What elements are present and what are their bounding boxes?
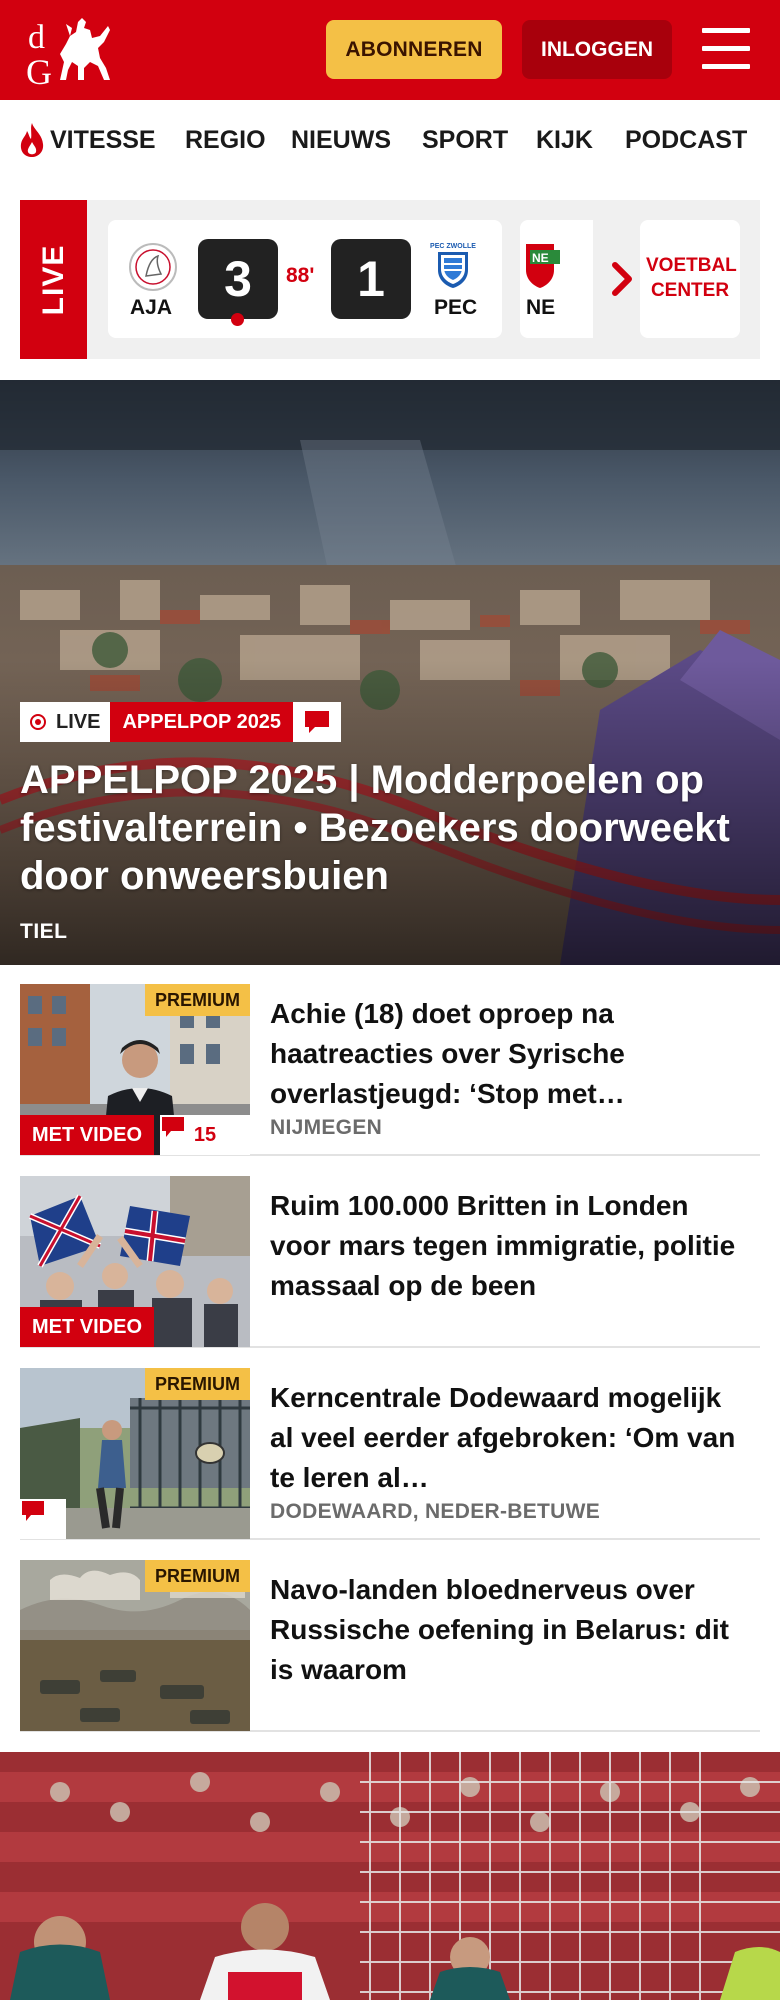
logo[interactable]: d G: [26, 14, 114, 92]
topic-badge[interactable]: APPELPOP 2025: [110, 702, 294, 742]
login-button[interactable]: INLOGGEN: [522, 20, 672, 79]
article-location: NIJMEGEN: [270, 1116, 383, 1139]
subscribe-button[interactable]: ABONNEREN: [326, 20, 502, 79]
chevron-right-icon[interactable]: [607, 260, 637, 298]
hero-image-2: [0, 1752, 780, 2000]
article-thumbnail: PREMIUM: [20, 1560, 250, 1731]
premium-badge: PREMIUM: [145, 1368, 250, 1400]
top-bar: d G ABONNEREN INLOGGEN: [0, 0, 780, 100]
nav-item-vitesse[interactable]: VITESSE: [50, 126, 156, 155]
match-card[interactable]: AJA 3 88' 1 PEC ZWOLLE PEC: [108, 220, 502, 338]
article-location: DODEWAARD, NEDER-BETUWE: [270, 1500, 601, 1523]
comment-icon: [293, 702, 342, 742]
svg-text:NE: NE: [532, 251, 549, 265]
next-match-team: NE: [526, 296, 556, 319]
nav-item-kijk[interactable]: KIJK: [536, 126, 593, 155]
comment-count: 15: [160, 1115, 250, 1155]
away-team: PEC: [434, 296, 478, 319]
comment-icon: [162, 1117, 184, 1137]
svg-text:d: d: [28, 19, 45, 56]
live-label: LIVE: [20, 200, 87, 359]
hero-article[interactable]: LIVE APPELPOP 2025 APPELPOP 2025 | Modde…: [0, 380, 780, 965]
home-score-indicator: [231, 313, 244, 326]
hero-badges: LIVE APPELPOP 2025: [20, 702, 342, 742]
flame-icon: [20, 123, 44, 157]
match-minute: 88': [286, 264, 315, 287]
nav-item-regio[interactable]: REGIO: [185, 126, 266, 155]
list-item[interactable]: PREMIUM Navo-landen bloednerveus over Ru…: [20, 1560, 760, 1732]
hero-location: TIEL: [20, 920, 68, 943]
article-title[interactable]: Kerncentrale Dodewaard mogelijk al veel …: [270, 1378, 750, 1498]
hero-article-2[interactable]: [0, 1752, 780, 2000]
main-navigation: VITESSE REGIO NIEUWS SPORT KIJK PODCAST: [0, 100, 780, 182]
nec-logo-icon: NE: [526, 244, 560, 288]
article-thumbnail: PREMIUM: [20, 1368, 250, 1539]
voetbal-center-label: VOETBAL CENTER: [646, 255, 737, 301]
live-scores-strip: LIVE AJA 3 88' 1 PEC ZWOLLE PEC NE NE VO…: [20, 200, 760, 359]
pec-logo-icon: PEC ZWOLLE: [430, 243, 476, 288]
svg-text:PEC ZWOLLE: PEC ZWOLLE: [430, 243, 476, 250]
live-badge: LIVE: [20, 702, 111, 742]
nav-item-nieuws[interactable]: NIEUWS: [291, 126, 391, 155]
video-badge: MET VIDEO: [20, 1115, 155, 1155]
comment-count-value: 15: [193, 1123, 217, 1146]
article-thumbnail: PREMIUM MET VIDEO 15: [20, 984, 250, 1155]
next-match-card[interactable]: NE NE: [520, 220, 593, 338]
list-item[interactable]: MET VIDEO Ruim 100.000 Britten in Londen…: [20, 1176, 760, 1348]
article-thumbnail: MET VIDEO: [20, 1176, 250, 1347]
list-item[interactable]: PREMIUM Kerncentrale Dodewaard mogelijk …: [20, 1368, 760, 1540]
menu-icon[interactable]: [702, 28, 750, 70]
article-title[interactable]: Achie (18) doet oproep na haatreacties o…: [270, 994, 750, 1114]
live-dot-icon: [30, 714, 46, 730]
hero-title[interactable]: APPELPOP 2025 | Modderpoelen op festival…: [20, 756, 765, 900]
nav-item-podcast[interactable]: PODCAST: [625, 126, 747, 155]
home-score: 3: [198, 239, 278, 319]
list-item[interactable]: PREMIUM MET VIDEO 15 Achie (18) doet opr…: [20, 984, 760, 1156]
article-title[interactable]: Ruim 100.000 Britten in Londen voor mars…: [270, 1186, 750, 1306]
live-badge-label: LIVE: [56, 710, 101, 733]
comment-icon: [20, 1499, 66, 1539]
home-team: AJA: [130, 296, 173, 319]
nav-item-sport[interactable]: SPORT: [422, 126, 508, 155]
article-title[interactable]: Navo-landen bloednerveus over Russische …: [270, 1570, 750, 1690]
premium-badge: PREMIUM: [145, 1560, 250, 1592]
svg-text:G: G: [26, 52, 52, 86]
voetbal-center-button[interactable]: VOETBAL CENTER: [640, 220, 740, 338]
ajax-logo-icon: [129, 243, 177, 291]
premium-badge: PREMIUM: [145, 984, 250, 1016]
away-score: 1: [331, 239, 411, 319]
video-badge: MET VIDEO: [20, 1307, 155, 1347]
